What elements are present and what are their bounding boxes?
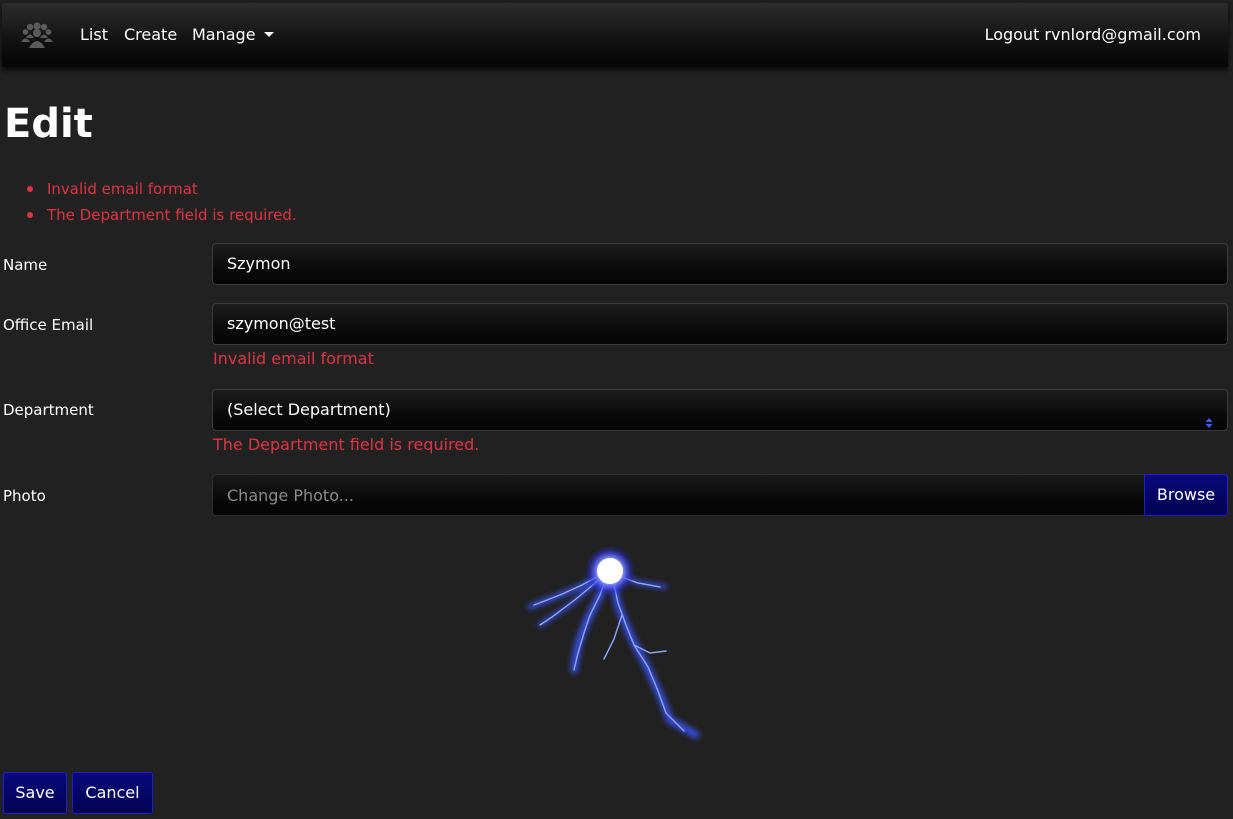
nav-manage-label: Manage [192,25,256,44]
email-error-message: Invalid email format [213,349,374,368]
navbar: List Create Manage Logout rvnlord@gmail.… [2,3,1228,67]
photo-file-placeholder[interactable]: Change Photo... [212,474,1144,516]
page-title: Edit [4,101,93,147]
logout-link[interactable]: Logout rvnlord@gmail.com [985,25,1201,45]
nav-create-link[interactable]: Create [124,25,177,45]
department-selected-value: (Select Department) [227,400,391,419]
office-email-input[interactable]: szymon@test [212,303,1228,345]
nav-manage-dropdown[interactable]: Manage [192,25,274,45]
photo-file-input[interactable]: Change Photo... Browse [212,474,1228,516]
photo-label: Photo [3,487,46,505]
users-group-icon[interactable] [21,22,53,48]
select-arrows-icon [1205,404,1213,428]
summary-error-item: The Department field is required. [0,202,297,228]
department-select[interactable]: (Select Department) [212,389,1228,431]
photo-preview [500,535,720,745]
cancel-button[interactable]: Cancel [72,772,153,814]
name-input[interactable]: Szymon [212,243,1228,285]
validation-summary: Invalid email format The Department fiel… [0,176,297,228]
department-label: Department [3,401,94,419]
save-button[interactable]: Save [3,772,67,814]
summary-error-item: Invalid email format [0,176,297,202]
browse-button[interactable]: Browse [1144,474,1228,516]
nav-list-link[interactable]: List [80,25,108,45]
department-error-message: The Department field is required. [213,435,480,454]
caret-down-icon [263,32,274,37]
office-email-label: Office Email [3,316,94,334]
name-label: Name [3,256,48,274]
